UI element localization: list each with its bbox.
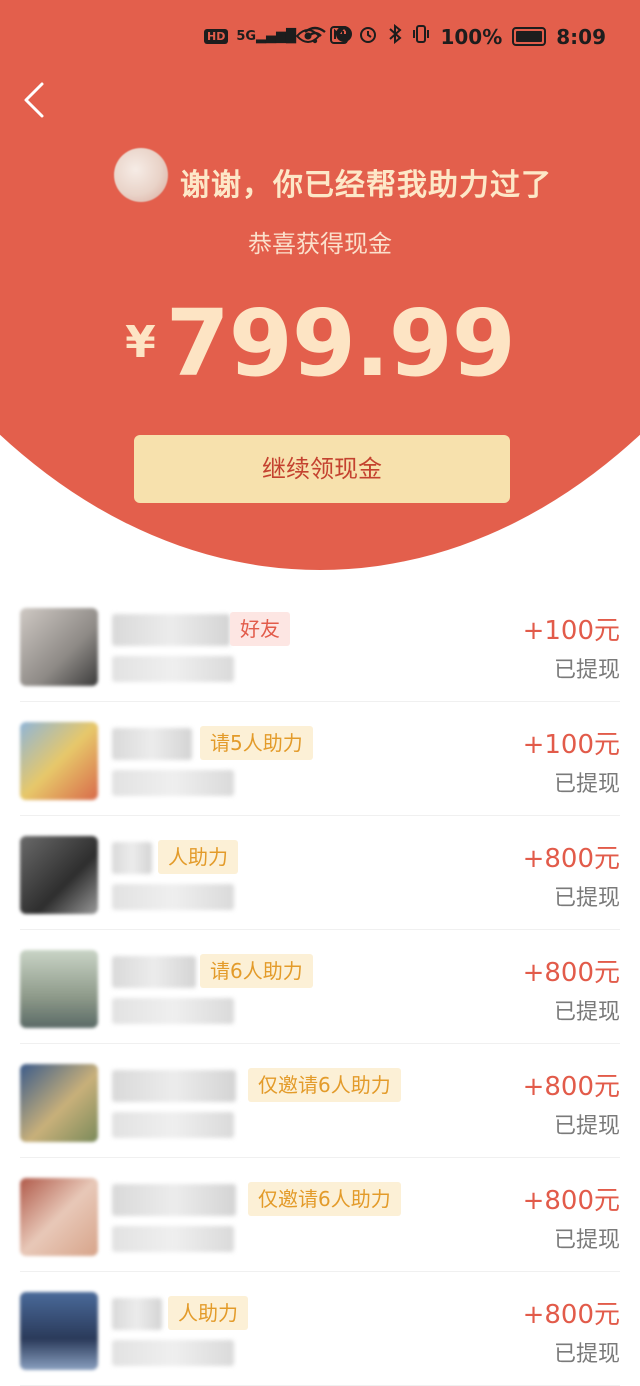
reward-subtitle: 恭喜获得现金: [248, 230, 392, 258]
avatar: [20, 1064, 98, 1142]
withdraw-status: 已提现: [553, 1000, 620, 1025]
date-blurred: [112, 770, 234, 796]
date-blurred: [112, 1226, 234, 1252]
withdraw-status: 已提现: [553, 1228, 620, 1253]
cash-amount: +800元: [522, 844, 620, 874]
date-blurred: [112, 1112, 234, 1138]
continue-cash-button[interactable]: 继续领现金: [134, 435, 510, 503]
user-name-blurred: [112, 1070, 236, 1102]
list-item[interactable]: 请6人助力 +800元 已提现: [20, 930, 620, 1044]
chevron-left-icon: [24, 82, 44, 118]
date-blurred: [112, 998, 234, 1024]
avatar: [20, 1292, 98, 1370]
clock-time: 8:09: [556, 24, 606, 49]
hd-icon: HD: [204, 29, 229, 44]
alarm-icon: [358, 24, 378, 49]
avatar: [20, 722, 98, 800]
withdraw-status: 已提现: [553, 658, 620, 683]
user-name-blurred: [112, 728, 192, 760]
battery-icon: [512, 27, 547, 46]
list-item[interactable]: 请5人助力 +100元 已提现: [20, 702, 620, 816]
list-item[interactable]: 好友 +100元 已提现: [20, 588, 620, 702]
invite-tag: 仅邀请6人助力: [248, 1182, 401, 1216]
cash-amount: +800元: [522, 1186, 620, 1216]
status-bar: HD 5G▂▄▆█ 100% 8:09: [0, 0, 640, 72]
eye-icon: [296, 25, 321, 49]
user-name-blurred: [112, 842, 152, 874]
thanks-message: 谢谢，你已经帮我助力过了: [180, 168, 552, 203]
list-item[interactable]: 人助力 +800元 已提现: [20, 816, 620, 930]
currency-symbol: ¥: [125, 317, 156, 368]
date-blurred: [112, 656, 234, 682]
reward-amount-display: ¥799.99: [0, 290, 640, 397]
invite-tag: 请5人助力: [200, 726, 313, 760]
avatar: [20, 836, 98, 914]
invite-tag: 人助力: [158, 840, 238, 874]
battery-percent: 100%: [440, 24, 503, 49]
date-blurred: [112, 1340, 234, 1366]
signal-5g-icon: 5G▂▄▆█: [236, 29, 297, 44]
list-item[interactable]: 人助力 +800元 已提现: [20, 1272, 620, 1386]
hero-section: HD 5G▂▄▆█ 100% 8:09 谢谢，你已经帮我助力过了 恭喜获得现金 …: [0, 0, 640, 570]
withdraw-status: 已提现: [553, 1114, 620, 1139]
invite-tag: 仅邀请6人助力: [248, 1068, 401, 1102]
user-name-blurred: [112, 614, 230, 646]
user-name-blurred: [112, 1184, 236, 1216]
reward-amount: 799.99: [165, 290, 516, 397]
user-name-blurred: [112, 1298, 162, 1330]
cash-amount: +800元: [522, 958, 620, 988]
list-item[interactable]: 仅邀请6人助力 +800元 已提现: [20, 1044, 620, 1158]
status-bar-right: 100% 8:09: [296, 23, 606, 49]
invite-tag: 人助力: [168, 1296, 248, 1330]
withdrawal-list: 好友 +100元 已提现 请5人助力 +100元 已提现 人助力 +800元 已…: [0, 588, 640, 1386]
invite-tag: 请6人助力: [200, 954, 313, 988]
avatar: [20, 608, 98, 686]
withdraw-status: 已提现: [553, 886, 620, 911]
cash-amount: +100元: [522, 730, 620, 760]
cash-amount: +100元: [522, 616, 620, 646]
cash-amount: +800元: [522, 1072, 620, 1102]
withdraw-status: 已提现: [553, 772, 620, 797]
withdraw-status: 已提现: [553, 1342, 620, 1367]
avatar: [20, 950, 98, 1028]
nfc-icon: [330, 25, 349, 49]
invite-tag: 好友: [230, 612, 290, 646]
avatar: [114, 148, 168, 202]
user-name-blurred: [112, 956, 196, 988]
cash-amount: +800元: [522, 1300, 620, 1330]
vibrate-icon: [412, 24, 430, 49]
avatar: [20, 1178, 98, 1256]
back-button[interactable]: [18, 78, 58, 122]
list-item[interactable]: 仅邀请6人助力 +800元 已提现: [20, 1158, 620, 1272]
date-blurred: [112, 884, 234, 910]
bluetooth-icon: [388, 23, 402, 49]
